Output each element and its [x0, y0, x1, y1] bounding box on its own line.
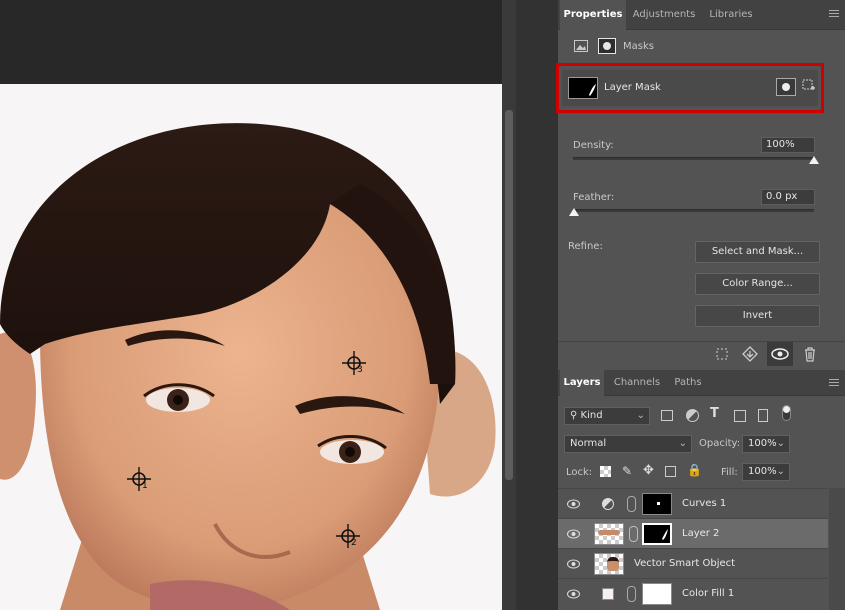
- color-sampler-3[interactable]: 3: [341, 350, 369, 378]
- delete-mask-icon[interactable]: [803, 346, 817, 362]
- tab-paths[interactable]: Paths: [668, 370, 708, 396]
- feather-slider[interactable]: [573, 209, 814, 212]
- sampler-label: 1: [142, 481, 148, 491]
- properties-tab-bar: Properties Adjustments Libraries: [558, 0, 845, 30]
- density-field[interactable]: 100%: [761, 137, 815, 153]
- lock-all-icon[interactable]: 🔒: [687, 463, 702, 477]
- density-slider-knob[interactable]: [809, 156, 819, 164]
- eye-icon[interactable]: [567, 559, 580, 569]
- refine-label: Refine:: [568, 241, 603, 252]
- sampler-label: 3: [357, 365, 363, 375]
- color-sampler-2[interactable]: 2: [335, 523, 363, 551]
- sampler-label: 2: [351, 538, 357, 548]
- invert-button[interactable]: Invert: [695, 305, 820, 327]
- canvas-scrollbar[interactable]: [502, 0, 516, 610]
- lock-image-pixels-icon[interactable]: ✎: [622, 464, 632, 478]
- blend-mode-value: Normal: [570, 438, 607, 449]
- vector-mask-icon[interactable]: [598, 38, 616, 54]
- tab-channels[interactable]: Channels: [608, 370, 666, 396]
- layer-mask-thumbnail[interactable]: [568, 77, 598, 99]
- select-and-mask-button[interactable]: Select and Mask...: [695, 241, 820, 263]
- eye-icon[interactable]: [567, 529, 580, 539]
- layers-scrollbar[interactable]: [829, 488, 845, 610]
- chevron-down-icon: ⌄: [636, 410, 645, 421]
- feather-field[interactable]: 0.0 px: [761, 189, 815, 205]
- layer-2-thumbnail[interactable]: [594, 523, 624, 545]
- layer-name: Vector Smart Object: [634, 558, 736, 569]
- filter-toggle-icon[interactable]: [782, 405, 791, 421]
- chevron-down-icon: ⌄: [678, 438, 687, 449]
- layer-row-color-fill-1[interactable]: Color Fill 1: [558, 578, 828, 608]
- layers-menu-icon[interactable]: [829, 379, 839, 388]
- curves-adjustment-icon: [602, 498, 614, 510]
- lock-transparent-pixels-icon[interactable]: [600, 466, 611, 477]
- adjustment-filter-icon[interactable]: [686, 409, 699, 422]
- apply-vector-mask-icon[interactable]: [802, 79, 816, 95]
- layers-tab-bar: Layers Channels Paths: [558, 370, 845, 396]
- layer-filter-dropdown[interactable]: ⚲ Kind ⌄: [564, 407, 650, 425]
- lock-position-icon[interactable]: ✥: [643, 463, 654, 478]
- curves-mask-thumbnail[interactable]: [642, 493, 672, 515]
- smart-object-thumbnail[interactable]: [594, 553, 624, 575]
- document-canvas[interactable]: 1 2 3: [0, 0, 502, 610]
- search-icon: ⚲: [570, 410, 578, 421]
- opacity-label: Opacity:: [699, 438, 741, 449]
- chevron-down-icon: ⌄: [776, 438, 785, 449]
- pixel-filter-icon[interactable]: [661, 410, 673, 421]
- layer-row-curves-1[interactable]: Curves 1: [558, 488, 828, 518]
- opacity-field[interactable]: 100% ⌄: [742, 435, 790, 453]
- portrait-illustration: [0, 84, 502, 610]
- portrait-image[interactable]: 1 2 3: [0, 84, 502, 610]
- layer-mask-label: Layer Mask: [604, 82, 661, 93]
- apply-mask-icon[interactable]: [742, 346, 758, 362]
- lock-label: Lock:: [566, 467, 593, 478]
- filter-kind-label: Kind: [580, 410, 603, 421]
- fill-color-swatch[interactable]: [602, 588, 614, 600]
- pixel-mask-icon[interactable]: [574, 40, 588, 52]
- eye-icon[interactable]: [567, 589, 580, 599]
- density-label: Density:: [573, 140, 614, 151]
- scrollbar-thumb[interactable]: [505, 110, 513, 480]
- layer-name: Layer 2: [682, 528, 720, 539]
- link-icon[interactable]: [629, 526, 638, 542]
- chevron-down-icon: ⌄: [776, 466, 785, 477]
- tab-libraries[interactable]: Libraries: [702, 0, 760, 30]
- select-mask-icon[interactable]: [776, 78, 796, 96]
- smart-object-filter-icon[interactable]: [758, 409, 768, 422]
- layer-name: Curves 1: [682, 498, 727, 509]
- feather-label: Feather:: [573, 192, 615, 203]
- fill-label: Fill:: [721, 467, 738, 478]
- lock-artboard-icon[interactable]: [665, 466, 676, 477]
- properties-panel: Properties Adjustments Libraries Masks L…: [556, 0, 845, 366]
- layer-row-vector-smart-object[interactable]: Vector Smart Object: [558, 548, 828, 578]
- shape-filter-icon[interactable]: [734, 410, 746, 422]
- color-sampler-1[interactable]: 1: [126, 466, 154, 494]
- link-icon[interactable]: [627, 586, 636, 602]
- feather-slider-knob[interactable]: [569, 208, 579, 216]
- panel-menu-icon[interactable]: [829, 10, 839, 19]
- tab-adjustments[interactable]: Adjustments: [626, 0, 702, 30]
- layer-mask-row[interactable]: Layer Mask: [562, 70, 818, 106]
- panel-dock-strip: [516, 0, 558, 610]
- fill-value: 100%: [748, 466, 777, 477]
- toggle-mask-visibility-icon[interactable]: [767, 342, 793, 366]
- opacity-value: 100%: [748, 438, 777, 449]
- masks-label: Masks: [623, 41, 654, 52]
- layer-2-mask-thumbnail[interactable]: [642, 523, 672, 545]
- layer-name: Color Fill 1: [682, 588, 735, 599]
- type-filter-icon[interactable]: T: [710, 406, 719, 421]
- load-selection-icon[interactable]: [715, 347, 729, 361]
- tab-layers[interactable]: Layers: [560, 370, 604, 396]
- color-fill-mask-thumbnail[interactable]: [642, 583, 672, 605]
- photoshop-window: 1 2 3 Properties Adjustments Libraries M…: [0, 0, 845, 610]
- color-range-button[interactable]: Color Range...: [695, 273, 820, 295]
- layers-panel: Layers Channels Paths ⚲ Kind ⌄ T Normal …: [558, 370, 845, 610]
- blend-mode-dropdown[interactable]: Normal ⌄: [564, 435, 692, 453]
- link-icon[interactable]: [627, 496, 636, 512]
- fill-field[interactable]: 100% ⌄: [742, 463, 790, 481]
- eye-icon[interactable]: [567, 499, 580, 509]
- layer-row-layer-2[interactable]: Layer 2: [558, 518, 828, 548]
- tab-properties[interactable]: Properties: [560, 0, 626, 30]
- density-slider[interactable]: [573, 157, 814, 160]
